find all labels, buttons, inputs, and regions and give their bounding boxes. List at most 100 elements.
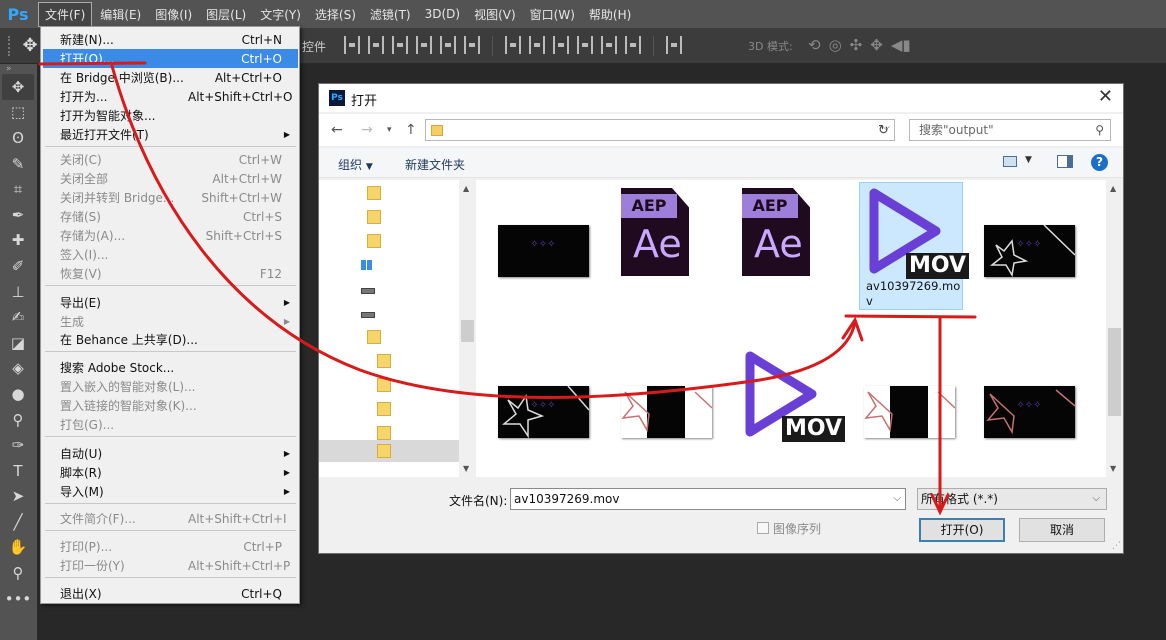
align-vcenter-icon[interactable]: [368, 36, 384, 54]
align-bottom-icon[interactable]: [392, 36, 408, 54]
chevron-down-icon[interactable]: ⌵: [1092, 489, 1100, 509]
cancel-button[interactable]: 取消: [1019, 518, 1105, 542]
menu-item-new[interactable]: 新建(N)... Ctrl+N: [43, 30, 298, 49]
dodge-tool-icon[interactable]: ⚲: [0, 407, 36, 433]
file-item[interactable]: ✧✧✧: [984, 340, 1088, 450]
distribute-vcenter-icon[interactable]: [529, 36, 545, 54]
auto-align-icon[interactable]: [666, 36, 682, 54]
menu-item-check-in[interactable]: 签入(I)...: [43, 245, 298, 264]
nav-folder-icon[interactable]: [377, 426, 391, 440]
filename-input[interactable]: av10397269.mov ⌵: [510, 488, 906, 510]
slide-3d-icon[interactable]: ✥: [870, 36, 883, 54]
open-button[interactable]: 打开(O): [919, 518, 1005, 542]
menu-item-scripts[interactable]: 脚本(R) ▶: [43, 463, 298, 482]
file-item[interactable]: AEP Ae: [621, 180, 725, 290]
nav-drive-icon[interactable]: [361, 312, 375, 318]
menu-item-search-stock[interactable]: 搜索 Adobe Stock...: [43, 358, 298, 377]
menu-item-import[interactable]: 导入(M) ▶: [43, 482, 298, 501]
scroll-up-icon[interactable]: ▲: [1110, 184, 1116, 193]
move-tool-icon[interactable]: ✥: [2, 74, 34, 100]
pen-tool-icon[interactable]: ✑: [0, 432, 36, 458]
search-icon[interactable]: ⚲: [1095, 120, 1104, 140]
clone-stamp-tool-icon[interactable]: ⊥: [0, 279, 36, 305]
scroll-up-icon[interactable]: ▲: [463, 184, 469, 193]
zoom-tool-icon[interactable]: ⚲: [0, 560, 36, 586]
menu-view[interactable]: 视图(V): [468, 3, 522, 26]
distribute-top-icon[interactable]: [505, 36, 521, 54]
paint-bucket-tool-icon[interactable]: ◈: [0, 356, 36, 382]
menu-item-file-info[interactable]: 文件简介(F)... Alt+Shift+Ctrl+I: [43, 509, 298, 528]
menu-item-place-embedded[interactable]: 置入嵌入的智能对象(L)...: [43, 377, 298, 396]
panel-collapse-icon[interactable]: »: [0, 64, 37, 74]
menu-item-exit[interactable]: 退出(X) Ctrl+Q: [43, 584, 298, 603]
file-item[interactable]: ✧✧✧: [984, 180, 1088, 290]
nav-scrollbar[interactable]: ▲ ▼: [459, 180, 476, 477]
menu-file[interactable]: 文件(F): [38, 1, 93, 27]
new-folder-button[interactable]: 新建文件夹: [405, 156, 465, 173]
file-item[interactable]: [864, 340, 968, 450]
move-tool-icon[interactable]: ✥: [18, 34, 42, 58]
align-left-icon[interactable]: [416, 36, 432, 54]
type-tool-icon[interactable]: T: [0, 458, 36, 484]
menu-item-print-one-copy[interactable]: 打印一份(Y) Alt+Shift+Ctrl+P: [43, 556, 298, 575]
nav-selected-row[interactable]: [319, 440, 459, 462]
eyedropper-tool-icon[interactable]: ✒: [0, 202, 36, 228]
blur-tool-icon[interactable]: ●: [0, 381, 36, 407]
scroll-thumb[interactable]: [1108, 328, 1121, 416]
menu-item-close[interactable]: 关闭(C) Ctrl+W: [43, 150, 298, 169]
line-tool-icon[interactable]: ╱: [0, 509, 36, 535]
crop-tool-icon[interactable]: ⌗: [0, 176, 36, 202]
brush-tool-icon[interactable]: ✐: [0, 253, 36, 279]
help-icon[interactable]: ?: [1091, 154, 1108, 171]
menu-item-print[interactable]: 打印(P)... Ctrl+P: [43, 537, 298, 556]
address-bar[interactable]: ⌵: [425, 119, 895, 141]
organize-button[interactable]: 组织 ▼: [338, 156, 373, 173]
menu-item-save-as[interactable]: 存储为(A)... Shift+Ctrl+S: [43, 226, 298, 245]
file-item[interactable]: ✧✧✧: [498, 180, 602, 290]
distribute-hcenter-icon[interactable]: [601, 36, 617, 54]
menu-item-close-all[interactable]: 关闭全部 Alt+Ctrl+W: [43, 169, 298, 188]
chevron-down-icon[interactable]: ⌵: [893, 489, 901, 509]
menu-layer[interactable]: 图层(L): [200, 3, 252, 26]
grip-handle[interactable]: [8, 36, 12, 56]
chevron-down-icon[interactable]: ▼: [1025, 155, 1032, 165]
menu-edit[interactable]: 编辑(E): [94, 3, 147, 26]
nav-folder-icon[interactable]: [367, 330, 381, 344]
roll-3d-icon[interactable]: ◎: [829, 36, 842, 54]
menu-item-generate[interactable]: 生成 ▶: [43, 312, 298, 331]
healing-brush-tool-icon[interactable]: ✚: [0, 228, 36, 254]
path-select-tool-icon[interactable]: ➤: [0, 484, 36, 510]
eraser-tool-icon[interactable]: ◪: [0, 330, 36, 356]
menu-type[interactable]: 文字(Y): [254, 3, 307, 26]
hand-tool-icon[interactable]: ✋: [0, 535, 36, 561]
file-item[interactable]: ✧✧✧: [498, 340, 602, 450]
menu-item-share-behance[interactable]: 在 Behance 上共享(D)...: [43, 330, 298, 349]
scale-3d-icon[interactable]: ◀▮: [891, 36, 911, 54]
menu-item-browse-bridge[interactable]: 在 Bridge 中浏览(B)... Alt+Ctrl+O: [43, 68, 298, 87]
menu-3d[interactable]: 3D(D): [419, 4, 466, 24]
forward-arrow-icon[interactable]: →: [361, 122, 373, 138]
menu-item-export[interactable]: 导出(E) ▶: [43, 293, 298, 312]
menu-item-place-linked[interactable]: 置入链接的智能对象(K)...: [43, 396, 298, 415]
nav-drive-icon[interactable]: [361, 288, 375, 294]
filetype-select[interactable]: 所有格式 (*.*) ⌵: [917, 488, 1107, 510]
file-item-selected[interactable]: MOV av10397269.mov: [859, 182, 970, 310]
refresh-icon[interactable]: ↻: [878, 123, 889, 138]
file-item[interactable]: MOV: [736, 340, 846, 450]
image-sequence-checkbox[interactable]: [757, 522, 769, 534]
drag-3d-icon[interactable]: ✣: [850, 36, 863, 54]
menu-item-recent-files[interactable]: 最近打开文件(T) ▶: [43, 125, 298, 144]
history-brush-tool-icon[interactable]: ✍: [0, 304, 36, 330]
align-right-icon[interactable]: [464, 36, 480, 54]
orbit-3d-icon[interactable]: ⟲: [808, 36, 821, 54]
menu-window[interactable]: 窗口(W): [524, 3, 581, 26]
view-mode-icon[interactable]: [1003, 156, 1017, 167]
distribute-right-icon[interactable]: [625, 36, 641, 54]
search-input[interactable]: 搜索"output" ⚲: [909, 119, 1111, 141]
back-arrow-icon[interactable]: ←: [331, 122, 343, 138]
close-icon[interactable]: ✕: [1098, 86, 1113, 107]
menu-item-open[interactable]: 打开(O)... Ctrl+O: [43, 49, 298, 68]
menu-image[interactable]: 图像(I): [149, 3, 198, 26]
menu-select[interactable]: 选择(S): [309, 3, 362, 26]
recent-locations-chevron-icon[interactable]: ▾: [387, 125, 392, 135]
